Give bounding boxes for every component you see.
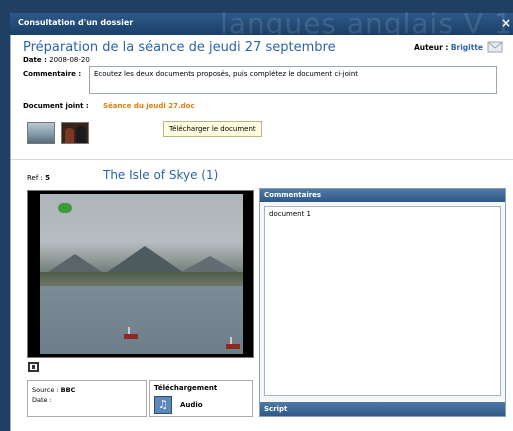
download-tooltip: Télécharger le document — [163, 121, 262, 137]
author: Auteur : Brigitte — [414, 43, 483, 52]
ref-label: Ref : — [27, 174, 43, 182]
comment-field[interactable]: Ecoutez les deux documents proposés, pui… — [89, 66, 497, 94]
ref-value: 5 — [45, 174, 51, 182]
document-label: Document joint : — [23, 102, 89, 110]
comments-panel: Commentaires document 1 Script — [259, 188, 506, 417]
dossier-window: langues anglais V 1.0 Consultation d'un … — [0, 0, 513, 431]
video-frame — [40, 194, 243, 354]
page-title: Préparation de la séance de jeudi 27 sep… — [23, 40, 336, 55]
document-link[interactable]: Séance du jeudi 27.doc — [103, 102, 195, 110]
source-box: Source : BBC Date : — [27, 380, 147, 417]
audio-file-icon[interactable] — [154, 396, 172, 414]
audio-download-link[interactable]: Audio — [180, 401, 203, 409]
source-label: Source : — [32, 386, 59, 394]
ref-row: Ref : 5 — [27, 174, 50, 182]
comments-text[interactable]: document 1 — [264, 206, 501, 396]
resource-date-label: Date : — [32, 396, 52, 404]
source-value: BBC — [60, 386, 76, 394]
script-header[interactable]: Script — [260, 402, 505, 416]
window-title: Consultation d'un dossier — [18, 18, 134, 27]
author-label: Auteur : — [413, 43, 449, 52]
fullscreen-icon[interactable] — [28, 362, 39, 372]
landscape-thumbnail[interactable] — [27, 122, 55, 144]
date-value: 2008-08-20 — [49, 56, 90, 64]
dossier-panel: Préparation de la séance de jeudi 27 sep… — [10, 35, 513, 431]
close-icon[interactable]: × — [501, 16, 511, 30]
comments-header: Commentaires — [260, 189, 505, 202]
date-row: Date : 2008-08-20 — [23, 56, 90, 64]
comment-label: Commentaire : — [23, 70, 82, 78]
author-name[interactable]: Brigitte — [451, 43, 483, 52]
download-heading: Téléchargement — [154, 384, 218, 392]
envelope-icon[interactable] — [487, 39, 503, 53]
date-label: Date : — [23, 56, 47, 64]
channel-logo-icon — [58, 203, 72, 213]
people-thumbnail[interactable] — [61, 122, 89, 144]
video-player[interactable] — [27, 190, 254, 358]
window-titlebar: langues anglais V 1.0 Consultation d'un … — [10, 7, 513, 40]
resource-title: The Isle of Skye (1) — [103, 168, 219, 182]
download-box: Téléchargement Audio — [149, 380, 253, 417]
divider — [11, 159, 513, 160]
